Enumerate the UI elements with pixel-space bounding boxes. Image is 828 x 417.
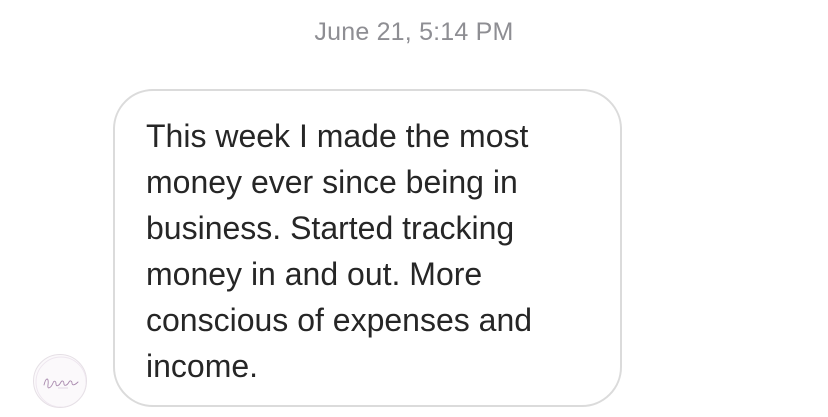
message-timestamp: June 21, 5:14 PM bbox=[314, 18, 514, 46]
message-text: This week I made the most money ever sin… bbox=[146, 118, 533, 384]
incoming-message-bubble[interactable]: This week I made the most money ever sin… bbox=[113, 89, 622, 407]
sender-avatar[interactable] bbox=[33, 354, 87, 408]
chat-thread: June 21, 5:14 PM This week I made the mo… bbox=[0, 0, 828, 417]
script-logo-icon bbox=[35, 356, 86, 407]
